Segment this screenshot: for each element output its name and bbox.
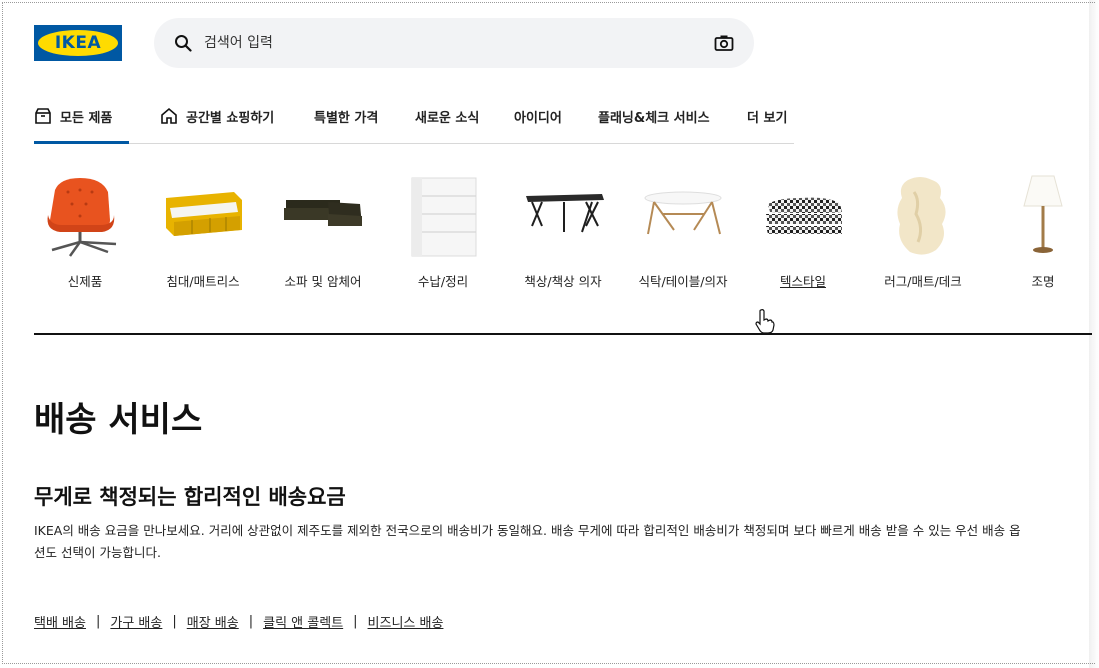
description-text: IKEA의 배송 요금을 만나보세요. 거리에 상관없이 제주도를 제외한 전국… [34, 523, 1021, 560]
category-label: 러그/매트/데크 [884, 274, 962, 289]
category-label: 조명 [1031, 274, 1055, 289]
rug-image [897, 177, 946, 255]
link-business-delivery[interactable]: 비즈니스 배송 [368, 612, 444, 631]
category-beds[interactable]: 침대/매트리스 [148, 170, 258, 290]
nav-special-price[interactable]: 특별한 가격 [314, 100, 378, 144]
search-icon [175, 35, 192, 52]
category-lighting[interactable]: 조명 [988, 170, 1098, 290]
logo-oval: IKEA [38, 30, 118, 56]
camera-icon[interactable] [714, 34, 734, 52]
link-separator: | [248, 614, 254, 629]
category-storage[interactable]: 수납/정리 [388, 170, 498, 290]
box-icon [35, 108, 51, 124]
link-furniture-delivery[interactable]: 가구 배송 [110, 612, 162, 631]
category-label: 소파 및 암체어 [284, 274, 362, 289]
search-input[interactable] [204, 30, 704, 56]
textiles-image [766, 197, 842, 234]
sofa-image [284, 200, 362, 226]
category-textiles[interactable]: 텍스타일 [748, 170, 858, 290]
nav-label: 공간별 쇼핑하기 [186, 111, 275, 126]
link-separator: | [95, 614, 101, 629]
nav-all-products[interactable]: 모든 제품 [34, 100, 129, 144]
ikea-logo[interactable]: IKEA [34, 25, 122, 61]
category-label: 텍스타일 [779, 274, 826, 289]
category-label: 책상/책상 의자 [524, 274, 602, 289]
table-image [644, 191, 722, 235]
section-divider [34, 333, 1092, 335]
logo-text: IKEA [54, 33, 102, 53]
category-label: 식탁/테이블/의자 [638, 274, 728, 289]
link-separator: | [172, 614, 177, 629]
nav-label: 아이디어 [514, 111, 562, 126]
nav-label: 모든 제품 [60, 111, 113, 126]
delivery-links: 택배 배송 | 가구 배송 | 매장 배송 | 클릭 앤 콜렉트 | 비즈니스 … [34, 612, 443, 631]
page-title: 배송 서비스 [34, 400, 203, 440]
category-label: 침대/매트리스 [166, 274, 240, 289]
category-desks[interactable]: 책상/책상 의자 [508, 170, 618, 290]
nav-label: 새로운 소식 [415, 111, 480, 126]
nav-label: 특별한 가격 [314, 111, 379, 126]
main-nav: 모든 제품 공간별 쇼핑하기 특별한 가격 새로운 소식 아이디어 플래닝&체크… [34, 100, 794, 144]
category-rugs[interactable]: 러그/매트/데크 [868, 170, 978, 290]
link-store-delivery[interactable]: 매장 배송 [187, 612, 239, 631]
daybed-image [166, 192, 242, 236]
nav-more[interactable]: 더 보기 [747, 100, 787, 144]
search-bar[interactable] [154, 18, 754, 68]
nav-ideas[interactable]: 아이디어 [514, 100, 562, 144]
nav-new[interactable]: 새로운 소식 [415, 100, 479, 144]
dresser-image [411, 177, 477, 257]
home-icon [161, 107, 177, 124]
nav-planning[interactable]: 플래닝&체크 서비스 [598, 100, 710, 144]
nav-label: 플래닝&체크 서비스 [598, 111, 710, 126]
category-new[interactable]: 신제품 [30, 170, 140, 290]
link-separator: | [353, 614, 358, 629]
section-subtitle: 무게로 책정되는 합리적인 배송요금 [34, 485, 346, 509]
category-label: 수납/정리 [417, 274, 469, 289]
nav-label: 더 보기 [747, 111, 788, 126]
category-sofas[interactable]: 소파 및 암체어 [268, 170, 378, 290]
hand-cursor-icon [755, 309, 775, 334]
desk-image [526, 194, 604, 233]
armchair-image [47, 178, 117, 257]
category-label: 신제품 [67, 274, 103, 289]
link-click-collect[interactable]: 클릭 앤 콜렉트 [263, 612, 343, 631]
link-parcel-delivery[interactable]: 택배 배송 [34, 612, 86, 631]
category-tables[interactable]: 식탁/테이블/의자 [628, 170, 738, 290]
lamp-image [1023, 175, 1063, 253]
nav-shop-by-room[interactable]: 공간별 쇼핑하기 [160, 100, 274, 144]
